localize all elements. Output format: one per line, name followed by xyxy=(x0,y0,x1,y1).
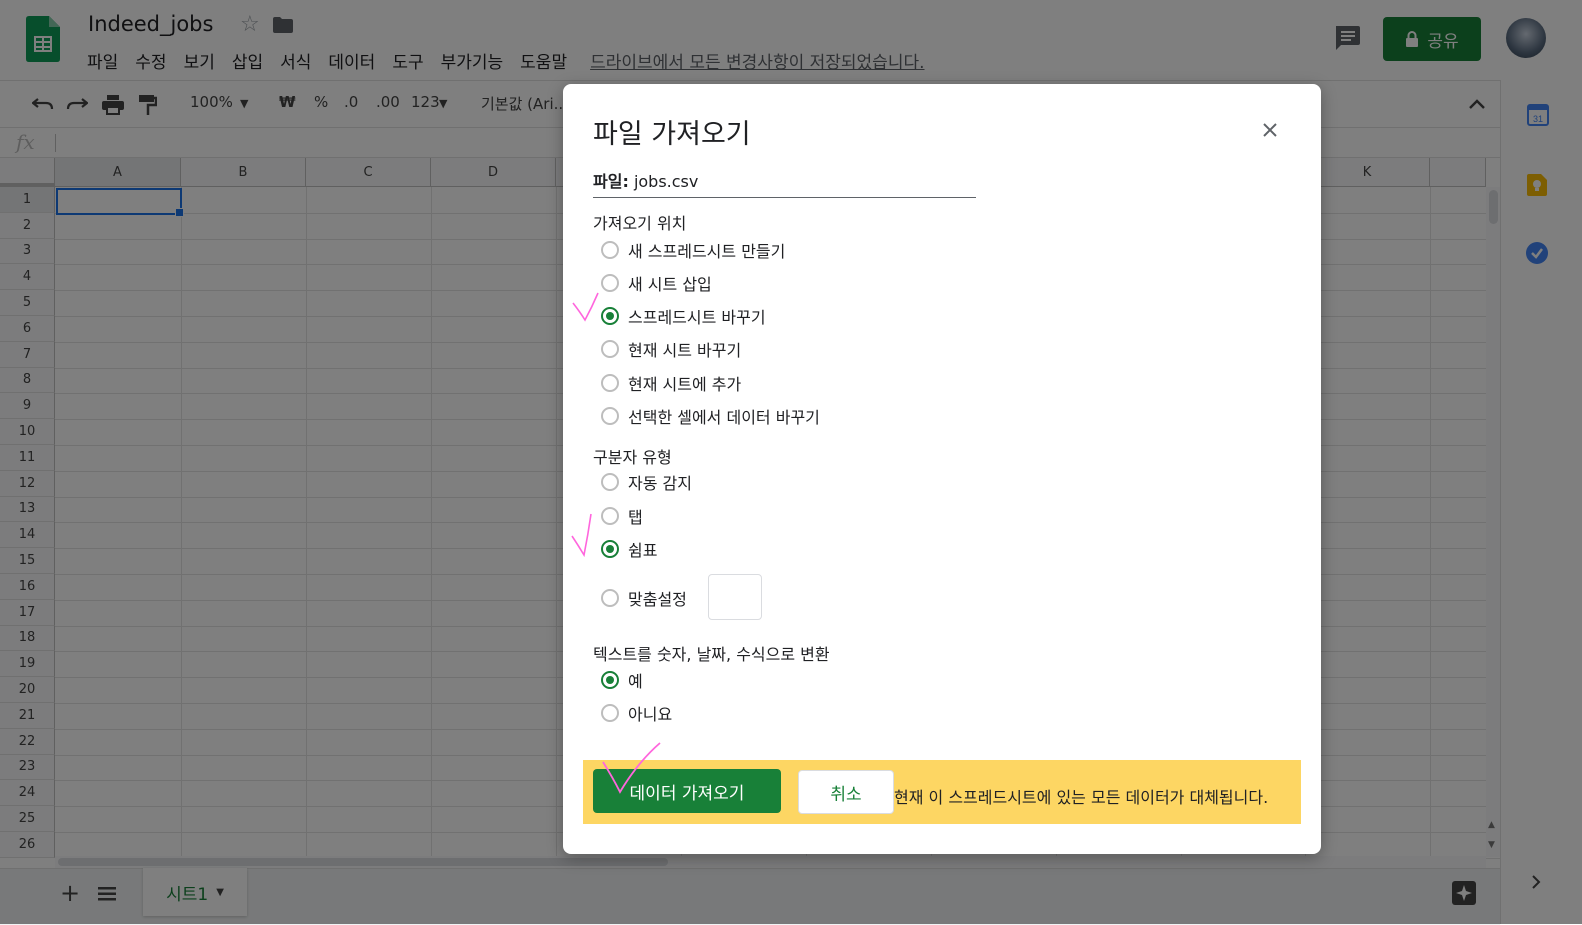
radio-option[interactable]: 예 xyxy=(601,668,643,692)
radio-option[interactable]: 새 시트 삽입 xyxy=(601,271,712,295)
radio-option[interactable]: 현재 시트에 추가 xyxy=(601,371,741,395)
radio-option[interactable]: 쉼표 xyxy=(601,537,657,561)
radio-option[interactable]: 스프레드시트 바꾸기 xyxy=(601,304,766,328)
radio-label: 아니요 xyxy=(628,705,673,724)
radio-unselected-icon[interactable] xyxy=(601,340,619,358)
radio-label: 새 스프레드시트 만들기 xyxy=(628,242,786,261)
replace-warning: 현재 이 스프레드시트에 있는 모든 데이터가 대체됩니다. xyxy=(894,788,1269,807)
radio-option[interactable]: 자동 감지 xyxy=(601,470,692,494)
file-name-field: 파일: jobs.csv xyxy=(593,168,976,198)
radio-label: 선택한 셀에서 데이터 바꾸기 xyxy=(628,408,820,427)
cancel-button[interactable]: 취소 xyxy=(798,770,894,814)
radio-unselected-icon[interactable] xyxy=(601,473,619,491)
import-file-dialog: 파일 가져오기 파일: jobs.csv 가져오기 위치 새 스프레드시트 만들… xyxy=(563,84,1321,854)
radio-unselected-icon[interactable] xyxy=(601,407,619,425)
radio-option[interactable]: 탭 xyxy=(601,504,643,528)
import-data-button[interactable]: 데이터 가져오기 xyxy=(593,769,781,813)
radio-selected-icon[interactable] xyxy=(601,307,619,325)
dialog-title: 파일 가져오기 xyxy=(593,119,751,150)
radio-option[interactable]: 아니요 xyxy=(601,701,672,725)
close-icon[interactable] xyxy=(1258,118,1282,142)
radio-option[interactable]: 새 스프레드시트 만들기 xyxy=(601,238,785,262)
radio-unselected-icon[interactable] xyxy=(601,589,619,607)
radio-selected-icon[interactable] xyxy=(601,671,619,689)
radio-option[interactable]: 선택한 셀에서 데이터 바꾸기 xyxy=(601,404,820,428)
radio-label: 맞춤설정 xyxy=(628,590,687,609)
radio-label: 새 시트 삽입 xyxy=(628,275,712,294)
radio-option[interactable]: 맞춤설정 xyxy=(601,586,687,610)
radio-label: 쉼표 xyxy=(628,541,658,560)
radio-label: 탭 xyxy=(628,508,643,527)
radio-label: 현재 시트 바꾸기 xyxy=(628,341,742,360)
radio-unselected-icon[interactable] xyxy=(601,374,619,392)
radio-unselected-icon[interactable] xyxy=(601,241,619,259)
radio-unselected-icon[interactable] xyxy=(601,507,619,525)
radio-label: 현재 시트에 추가 xyxy=(628,375,742,394)
radio-option[interactable]: 현재 시트 바꾸기 xyxy=(601,337,741,361)
file-label: 파일: xyxy=(593,172,629,191)
custom-separator-input[interactable] xyxy=(708,574,762,620)
radio-label: 스프레드시트 바꾸기 xyxy=(628,308,766,327)
radio-unselected-icon[interactable] xyxy=(601,704,619,722)
radio-label: 자동 감지 xyxy=(628,474,692,493)
file-name: jobs.csv xyxy=(633,172,699,191)
separator-type-label: 구분자 유형 xyxy=(593,448,672,467)
convert-text-label: 텍스트를 숫자, 날짜, 수식으로 변환 xyxy=(593,645,830,664)
radio-selected-icon[interactable] xyxy=(601,540,619,558)
radio-label: 예 xyxy=(628,672,643,691)
radio-unselected-icon[interactable] xyxy=(601,274,619,292)
import-location-label: 가져오기 위치 xyxy=(593,214,687,233)
